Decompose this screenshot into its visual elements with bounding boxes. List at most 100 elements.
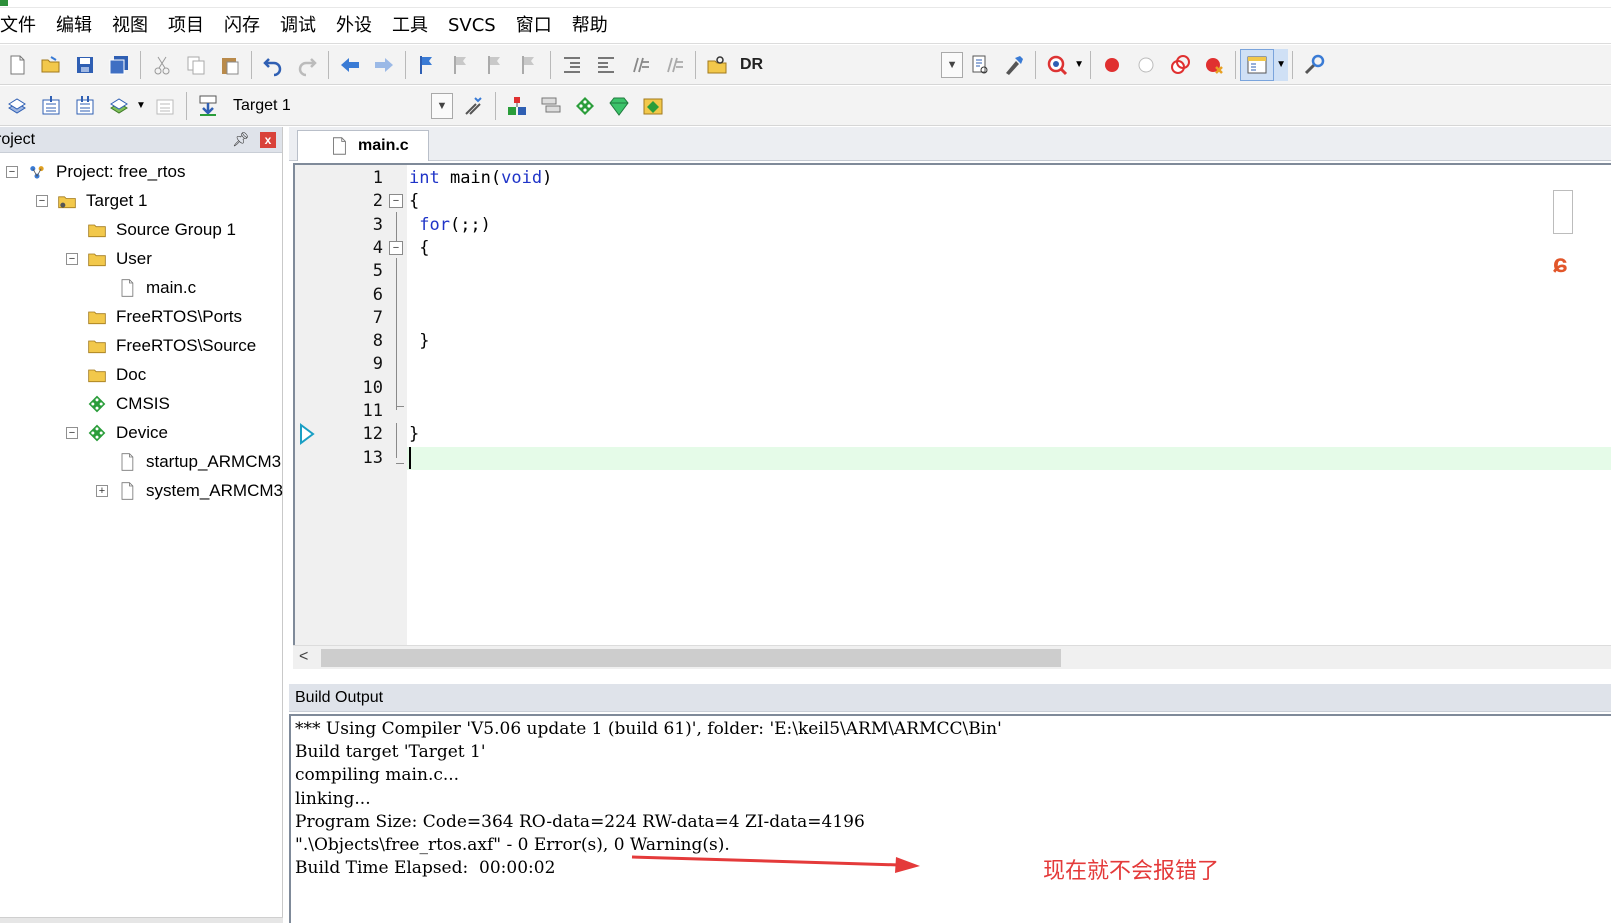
code-line[interactable]: int main(void) [407, 167, 1611, 190]
fold-toggle-icon[interactable]: − [389, 240, 403, 255]
tree-item[interactable]: − User [0, 244, 282, 273]
tree-item[interactable]: − Project: free_rtos [0, 157, 282, 186]
tree-item[interactable]: CMSIS [0, 389, 282, 418]
uncomment-button[interactable] [657, 49, 691, 81]
collapse-icon[interactable]: − [66, 426, 78, 439]
tree-item[interactable]: Source Group 1 [0, 215, 282, 244]
stop-build-button[interactable] [148, 90, 182, 122]
code-line[interactable] [407, 446, 1611, 470]
menu-svcs[interactable]: SVCS [438, 10, 506, 42]
menu-file[interactable]: 文件 [0, 10, 46, 42]
cut-button[interactable] [145, 49, 179, 81]
start-debug-button[interactable] [1040, 49, 1074, 81]
tree-item[interactable]: − Target 1 [0, 186, 282, 215]
unindent-button[interactable] [589, 49, 623, 81]
options-for-target-button[interactable] [457, 90, 491, 122]
code-line[interactable] [407, 353, 1611, 376]
manage-project-items-button[interactable] [500, 90, 534, 122]
open-file-button[interactable] [34, 49, 68, 81]
undo-button[interactable] [256, 49, 290, 81]
navigate-back-button[interactable] [333, 49, 367, 81]
build-output-text[interactable]: *** Using Compiler 'V5.06 update 1 (buil… [289, 714, 1611, 923]
close-panel-icon[interactable]: x [260, 131, 276, 148]
translate-button[interactable] [0, 90, 34, 122]
copy-button[interactable] [179, 49, 213, 81]
tree-item[interactable]: Doc [0, 360, 282, 389]
manage-runtime-environment-button[interactable] [568, 90, 602, 122]
code-line[interactable] [407, 400, 1611, 423]
bookmark-next-button[interactable] [478, 49, 512, 81]
paste-button[interactable] [213, 49, 247, 81]
bookmark-clear-button[interactable] [512, 49, 546, 81]
collapse-icon[interactable]: − [66, 252, 78, 265]
select-packs-button[interactable] [534, 90, 568, 122]
menu-project[interactable]: 项目 [158, 10, 214, 42]
code-line[interactable]: } [407, 423, 1611, 446]
chevron-down-icon[interactable]: ▼ [1074, 59, 1086, 70]
bookmark-toggle-button[interactable] [410, 49, 444, 81]
tree-item[interactable]: − Device [0, 418, 282, 447]
code-line[interactable] [407, 307, 1611, 330]
new-file-button[interactable] [0, 49, 34, 81]
disable-all-breakpoints-button[interactable] [1163, 49, 1197, 81]
download-button[interactable] [191, 90, 225, 122]
code-line[interactable] [407, 260, 1611, 283]
menu-flash[interactable]: 闪存 [214, 10, 270, 42]
enable-breakpoint-button[interactable] [1129, 49, 1163, 81]
expand-icon[interactable]: + [96, 484, 108, 497]
menu-debug[interactable]: 调试 [270, 10, 326, 42]
scroll-thumb[interactable] [321, 649, 1061, 667]
menu-help[interactable]: 帮助 [562, 10, 618, 42]
code-line[interactable]: { [407, 190, 1611, 213]
target-select[interactable]: Target 1 ▼ [233, 91, 453, 121]
horizontal-scrollbar[interactable]: < [293, 645, 1611, 669]
code-line[interactable] [407, 377, 1611, 400]
menu-peripherals[interactable]: 外设 [326, 10, 382, 42]
redo-button[interactable] [290, 49, 324, 81]
navigate-forward-button[interactable] [367, 49, 401, 81]
rebuild-button[interactable] [68, 90, 102, 122]
build-button[interactable] [34, 90, 68, 122]
code-line[interactable]: { [407, 237, 1611, 260]
menu-tools[interactable]: 工具 [382, 10, 438, 42]
configure-button[interactable] [1297, 49, 1331, 81]
kill-all-breakpoints-button[interactable] [1197, 49, 1231, 81]
tree-item[interactable]: FreeRTOS\Ports [0, 302, 282, 331]
save-button[interactable] [68, 49, 102, 81]
chevron-down-icon[interactable]: ▼ [1274, 48, 1289, 81]
menu-view[interactable]: 视图 [102, 10, 158, 42]
comment-button[interactable] [623, 49, 657, 81]
bookmark-prev-button[interactable] [444, 49, 478, 81]
fold-toggle-icon[interactable]: − [389, 194, 403, 209]
code-editor[interactable]: 1 2 3 4 5 6 7 8 9 10 11 12 13− − int main(void){ for(… [293, 163, 1611, 653]
find-dropdown[interactable]: ▼ [941, 50, 964, 79]
tree-item[interactable]: startup_ARMCM3 [0, 447, 282, 476]
pack-installer-button[interactable] [602, 90, 636, 122]
code-text-area[interactable]: int main(void){ for(;;) { }} [407, 165, 1611, 653]
collapse-icon[interactable]: − [36, 194, 48, 207]
tree-item[interactable]: main.c [0, 273, 282, 302]
code-line[interactable]: for(;;) [407, 214, 1611, 237]
menu-window[interactable]: 窗口 [506, 10, 562, 42]
scroll-left-icon[interactable]: < [299, 648, 308, 666]
code-line[interactable]: } [407, 330, 1611, 353]
chevron-down-icon[interactable]: ▼ [136, 100, 148, 111]
insert-breakpoint-button[interactable] [1095, 49, 1129, 81]
find-in-files-button[interactable] [700, 49, 734, 81]
tree-item[interactable]: FreeRTOS\Source [0, 331, 282, 360]
tab-main-c[interactable]: main.c [297, 130, 429, 161]
debug-session-button[interactable] [997, 49, 1031, 81]
batch-build-button[interactable] [102, 90, 136, 122]
code-line[interactable] [407, 284, 1611, 307]
menu-edit[interactable]: 编辑 [46, 10, 102, 42]
pin-icon[interactable]: 📌︎ [232, 131, 250, 148]
save-all-button[interactable] [102, 49, 136, 81]
indent-button[interactable] [555, 49, 589, 81]
collapse-icon[interactable]: − [6, 165, 18, 178]
side-panel-toggle[interactable] [1553, 190, 1573, 234]
incremental-find-button[interactable] [963, 49, 997, 81]
window-layout-button[interactable] [1240, 48, 1275, 81]
tree-item[interactable]: + system_ARMCM3 [0, 476, 283, 505]
pack-installer-update-button[interactable] [636, 90, 670, 122]
line-number: 6 [372, 284, 383, 305]
